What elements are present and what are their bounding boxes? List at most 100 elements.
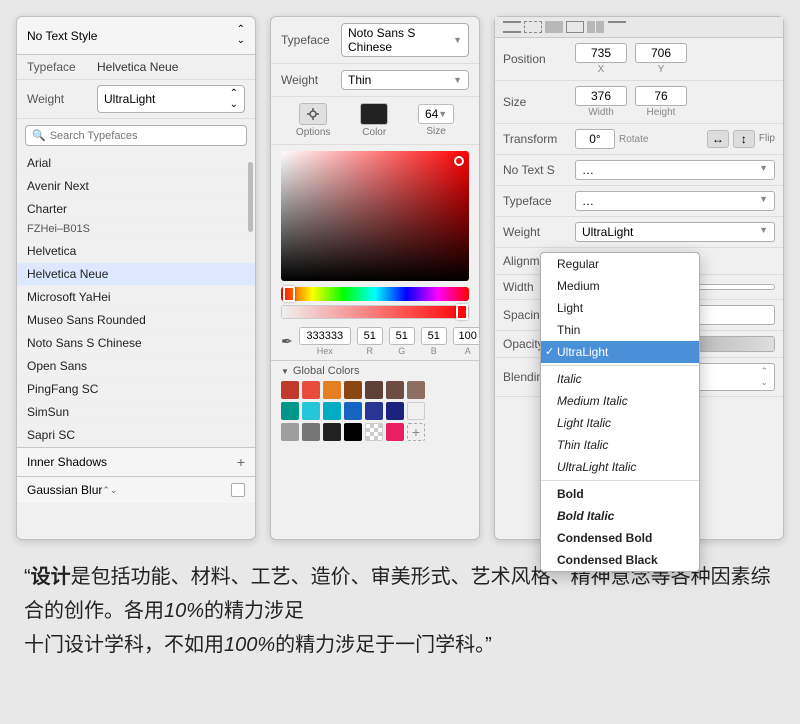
alpha-thumb[interactable] (456, 304, 468, 320)
color-swatch-brown[interactable] (344, 381, 362, 399)
list-item[interactable]: Sapri SC (17, 424, 255, 447)
dropdown-item-light[interactable]: Light (541, 297, 699, 319)
typeface-label2: Typeface (281, 33, 341, 47)
global-colors-header[interactable]: ▼ Global Colors (281, 365, 469, 377)
color-swatch-darkgray[interactable] (323, 423, 341, 441)
list-item[interactable]: SimSun (17, 401, 255, 424)
typeface-label3: Typeface (503, 194, 575, 208)
weight-selector[interactable]: UltraLight ⌃⌄ (97, 85, 245, 113)
color-swatch-gray[interactable] (281, 423, 299, 441)
color-swatch-transparent[interactable] (365, 423, 383, 441)
width-input[interactable] (575, 86, 627, 106)
b-input[interactable] (421, 327, 447, 345)
color-swatch[interactable] (360, 103, 388, 125)
dropdown-item-condensed-black[interactable]: Condensed Black (541, 549, 699, 571)
hue-thumb[interactable] (283, 286, 295, 302)
rotate-input[interactable] (575, 129, 615, 149)
y-input[interactable] (635, 43, 687, 63)
dropdown-item-ultralight[interactable]: ✓ UltraLight (541, 341, 699, 363)
g-input[interactable] (389, 327, 415, 345)
color-swatch-blue2[interactable] (365, 402, 383, 420)
x-input[interactable] (575, 43, 627, 63)
color-swatch-brown2[interactable] (365, 381, 383, 399)
dropdown-item-bold[interactable]: Bold (541, 483, 699, 505)
color-swatch-red[interactable] (281, 381, 299, 399)
list-item[interactable]: Noto Sans S Chinese (17, 332, 255, 355)
y-pair: Y (635, 43, 687, 75)
dropdown-item-thin-italic[interactable]: Thin Italic (541, 434, 699, 456)
rect-icon[interactable] (566, 21, 584, 33)
dashed-rect-icon[interactable] (524, 21, 542, 33)
color-swatch-white[interactable] (407, 402, 425, 420)
weight-select[interactable]: Thin ▼ (341, 70, 469, 90)
color-swatch-orange[interactable] (323, 381, 341, 399)
color-swatch-pink[interactable] (386, 423, 404, 441)
dropdown-item-condensed-bold[interactable]: Condensed Bold (541, 527, 699, 549)
list-item[interactable]: Microsoft YaHei (17, 286, 255, 309)
hex-input[interactable] (299, 327, 351, 345)
color-gradient-field[interactable] (281, 151, 469, 281)
gaussian-blur-checkbox[interactable] (231, 483, 245, 497)
search-input[interactable] (50, 130, 240, 142)
dropdown-item-thin[interactable]: Thin (541, 319, 699, 341)
options-button[interactable] (299, 103, 327, 125)
typeface-select[interactable]: Noto Sans S Chinese ▼ (341, 23, 469, 57)
color-swatch-darkblue[interactable] (386, 402, 404, 420)
flip-h-button[interactable]: ↔ (707, 130, 729, 148)
typeface-selector[interactable]: … ▼ (575, 191, 775, 211)
typeface-chevron: ▼ (453, 35, 462, 45)
add-color-button[interactable]: + (407, 423, 425, 441)
inner-shadows-add-button[interactable]: + (237, 454, 245, 470)
dropdown-item-medium[interactable]: Medium (541, 275, 699, 297)
dropdown-item-light-italic[interactable]: Light Italic (541, 412, 699, 434)
alpha-slider[interactable] (281, 305, 469, 319)
search-typefaces-box[interactable]: 🔍 (25, 125, 247, 146)
align-icon[interactable] (503, 21, 521, 33)
list-item[interactable]: Helvetica Neue (17, 263, 255, 286)
panel1-header[interactable]: No Text Style (17, 17, 255, 55)
flip-v-button[interactable]: ↕ (733, 130, 755, 148)
list-item[interactable]: Museo Sans Rounded (17, 309, 255, 332)
a-input[interactable] (453, 327, 480, 345)
solid-rect-icon[interactable] (545, 21, 563, 33)
list-item[interactable]: Charter (17, 198, 255, 221)
size-col: 64 ▼ Size (418, 104, 454, 137)
r-input[interactable] (357, 327, 383, 345)
list-item[interactable]: Arial (17, 152, 255, 175)
gear-icon (306, 107, 320, 121)
line-icon[interactable] (608, 21, 626, 33)
color-swatch-blue[interactable] (344, 402, 362, 420)
list-item[interactable]: PingFang SC (17, 378, 255, 401)
dropdown-item-bold-italic[interactable]: Bold Italic (541, 505, 699, 527)
dropdown-item-regular[interactable]: Regular (541, 253, 699, 275)
width-label: Width (588, 107, 614, 118)
scrollbar[interactable] (248, 162, 253, 232)
height-input[interactable] (635, 86, 687, 106)
width-pair: Width (575, 86, 627, 118)
style-selector-chevron[interactable] (237, 25, 245, 46)
color-swatch-cyan2[interactable] (323, 402, 341, 420)
transform-row: Transform Rotate ↔ ↕ Flip (495, 124, 783, 155)
multi-rect-icon[interactable] (587, 21, 605, 33)
color-swatch-brown4[interactable] (407, 381, 425, 399)
color-swatch-gray2[interactable] (302, 423, 320, 441)
dropdown-item-ultralight-italic[interactable]: UltraLight Italic (541, 456, 699, 478)
color-swatch-teal[interactable] (281, 402, 299, 420)
color-swatch-cyan[interactable] (302, 402, 320, 420)
color-swatch-red2[interactable] (302, 381, 320, 399)
hue-slider[interactable] (281, 287, 469, 301)
dropdown-item-medium-italic[interactable]: Medium Italic (541, 390, 699, 412)
weight-selector3[interactable]: UltraLight ▼ (575, 222, 775, 242)
size-input[interactable]: 64 ▼ (418, 104, 454, 124)
list-item[interactable]: Avenir Next (17, 175, 255, 198)
color-swatch-brown3[interactable] (386, 381, 404, 399)
list-item[interactable]: Open Sans (17, 355, 255, 378)
gaussian-blur-label: Gaussian Blur (27, 483, 102, 497)
dropdown-item-italic[interactable]: Italic (541, 368, 699, 390)
list-item[interactable]: FZHei–B01S (17, 221, 255, 240)
no-text-style-selector[interactable]: … ▼ (575, 160, 775, 180)
gradient-cursor[interactable] (454, 156, 464, 166)
eyedropper-icon[interactable]: ✒ (281, 333, 293, 350)
color-swatch-black[interactable] (344, 423, 362, 441)
list-item[interactable]: Helvetica (17, 240, 255, 263)
